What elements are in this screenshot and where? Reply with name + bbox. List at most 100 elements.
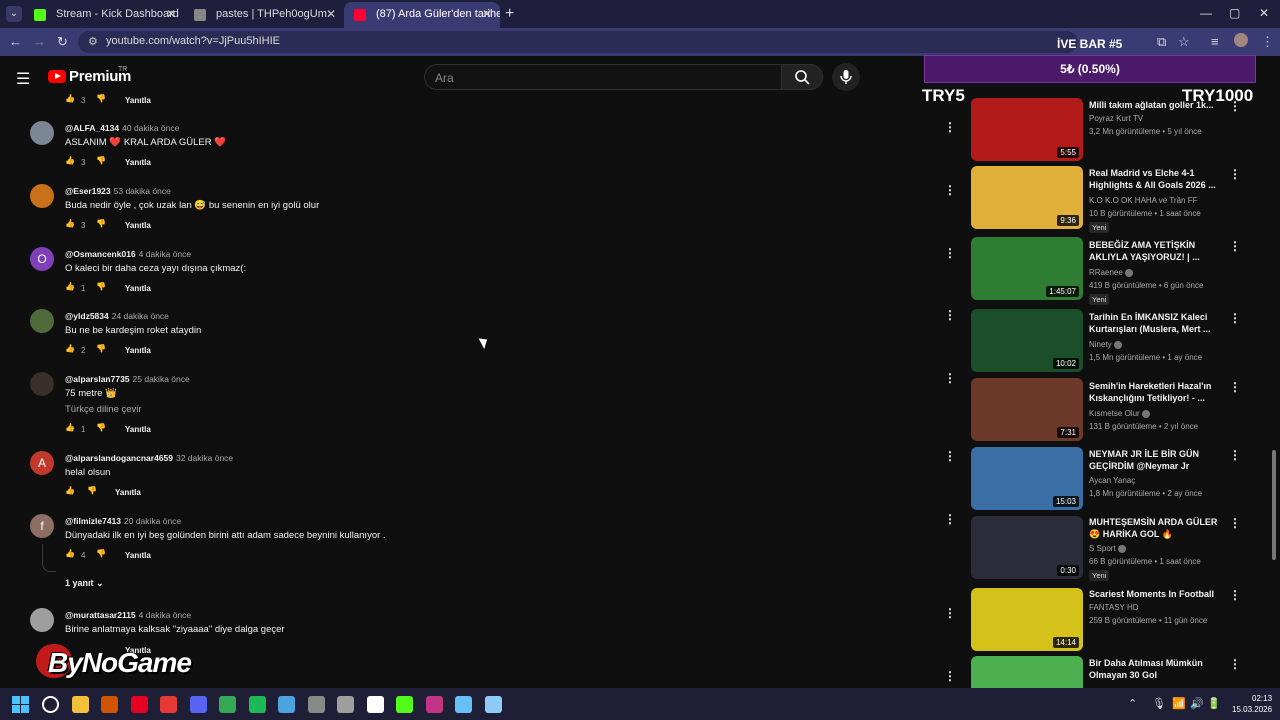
file-explorer-icon[interactable] bbox=[71, 696, 89, 713]
voice-search-button[interactable] bbox=[832, 63, 860, 91]
video-title[interactable]: NEYMAR JR İLE BİR GÜN GEÇİRDİM @Neymar J… bbox=[1089, 448, 1221, 472]
comment-handle[interactable]: @murattasar2115 bbox=[65, 610, 136, 620]
video-menu-icon[interactable]: ⋮ bbox=[1229, 657, 1241, 671]
minimize-button[interactable]: — bbox=[1200, 6, 1212, 20]
site-info-icon[interactable]: ⚙ bbox=[88, 35, 98, 48]
channel-name[interactable]: Ninety bbox=[1089, 340, 1122, 349]
video-menu-icon[interactable]: ⋮ bbox=[1229, 239, 1241, 253]
video-title[interactable]: Real Madrid vs Elche 4-1 Highlights & Al… bbox=[1089, 167, 1221, 191]
video-menu-icon[interactable]: ⋮ bbox=[1229, 167, 1241, 181]
video-menu-icon[interactable]: ⋮ bbox=[1229, 311, 1241, 325]
search-button[interactable] bbox=[781, 64, 823, 90]
tray-overflow-icon[interactable]: ⌃ bbox=[1128, 697, 1137, 710]
reply-button[interactable]: Yanıtla bbox=[125, 221, 151, 230]
tab-search-icon[interactable]: ⌄ bbox=[6, 6, 22, 22]
instagram-icon[interactable] bbox=[425, 696, 443, 713]
search-icon[interactable] bbox=[42, 696, 59, 713]
comment-handle[interactable]: @Osmancenk016 bbox=[65, 249, 136, 259]
video-title[interactable]: BEBEĞİZ AMA YETİŞKİN AKLIYLA YAŞIYORUZ! … bbox=[1089, 239, 1221, 263]
deezer-icon[interactable] bbox=[101, 696, 118, 713]
close-tab-icon[interactable]: ✕ bbox=[166, 7, 176, 21]
like-icon[interactable]: 👍 bbox=[65, 549, 79, 558]
channel-name[interactable]: RRaenee bbox=[1089, 268, 1133, 277]
show-replies-button[interactable]: 1 yanıt ⌄ bbox=[65, 578, 104, 589]
dislike-icon[interactable]: 👎 bbox=[96, 219, 110, 228]
like-icon[interactable]: 👍 bbox=[65, 219, 79, 228]
dislike-icon[interactable]: 👎 bbox=[96, 549, 110, 558]
opera-icon[interactable] bbox=[130, 696, 148, 713]
like-icon[interactable]: 👍 bbox=[65, 282, 79, 291]
tab-kick-dashboard[interactable]: Stream - Kick Dashboard ✕ bbox=[24, 2, 184, 28]
like-icon[interactable]: 👍 bbox=[65, 423, 79, 432]
video-title[interactable]: Scariest Moments In Football bbox=[1089, 588, 1221, 600]
reply-button[interactable]: Yanıtla bbox=[125, 96, 151, 105]
close-window-button[interactable]: ✕ bbox=[1259, 6, 1269, 20]
scrollbar-thumb[interactable] bbox=[1272, 450, 1276, 560]
like-icon[interactable]: 👍 bbox=[65, 486, 79, 495]
microphone-tray-icon[interactable]: 🎙 bbox=[1152, 697, 1166, 710]
photos-icon[interactable] bbox=[278, 696, 295, 713]
youtube-logo-icon[interactable] bbox=[48, 70, 66, 83]
steam-icon[interactable] bbox=[455, 696, 472, 713]
reply-button[interactable]: Yanıtla bbox=[115, 488, 141, 497]
forward-icon[interactable]: → bbox=[33, 34, 46, 49]
like-icon[interactable]: 👍 bbox=[65, 344, 79, 353]
comment-menu-icon[interactable]: ⋮ bbox=[944, 512, 956, 526]
reply-button[interactable]: Yanıtla bbox=[125, 284, 151, 293]
page-scrollbar[interactable] bbox=[1270, 60, 1278, 688]
comment-time[interactable]: 4 dakika önce bbox=[139, 249, 191, 259]
video-thumbnail[interactable]: 0:30 bbox=[971, 516, 1083, 579]
app-icon[interactable] bbox=[160, 696, 177, 713]
video-title[interactable]: Tarihin En İMKANSIZ Kaleci Kurtarışları … bbox=[1089, 311, 1221, 335]
back-icon[interactable]: ← bbox=[9, 34, 22, 49]
channel-name[interactable]: FANTASY HD bbox=[1089, 603, 1139, 612]
avatar[interactable] bbox=[30, 184, 54, 208]
comment-menu-icon[interactable]: ⋮ bbox=[944, 308, 956, 322]
start-button[interactable] bbox=[12, 696, 29, 713]
close-tab-icon[interactable]: ✕ bbox=[326, 7, 336, 21]
video-thumbnail[interactable]: 1:45:07 bbox=[971, 237, 1083, 300]
reply-button[interactable]: Yanıtla bbox=[125, 158, 151, 167]
avatar[interactable] bbox=[30, 309, 54, 333]
comment-menu-icon[interactable]: ⋮ bbox=[944, 449, 956, 463]
comment-time[interactable]: 40 dakika önce bbox=[122, 123, 179, 133]
translate-link[interactable]: Türkçe diline çevir bbox=[65, 404, 142, 415]
comment-time[interactable]: 20 dakika önce bbox=[124, 516, 181, 526]
reply-button[interactable]: Yanıtla bbox=[125, 346, 151, 355]
cast-icon[interactable]: ⧉ bbox=[1157, 34, 1166, 50]
video-thumbnail[interactable]: 5:55 bbox=[971, 98, 1083, 161]
comment-time[interactable]: 53 dakika önce bbox=[114, 186, 171, 196]
maximize-button[interactable]: ▢ bbox=[1229, 6, 1240, 20]
video-title[interactable]: Semih'in Hareketleri Hazal'ın Kıskançlığ… bbox=[1089, 380, 1221, 404]
comment-time[interactable]: 25 dakika önce bbox=[133, 374, 190, 384]
app-icon[interactable] bbox=[396, 696, 413, 713]
dislike-icon[interactable]: 👎 bbox=[96, 94, 110, 103]
profile-avatar-icon[interactable] bbox=[1234, 33, 1248, 47]
app-icon[interactable] bbox=[307, 696, 325, 713]
video-thumbnail[interactable]: 14:14 bbox=[971, 588, 1083, 651]
discord-icon[interactable] bbox=[189, 696, 207, 713]
channel-name[interactable]: Aycan Yanaç bbox=[1089, 476, 1135, 485]
video-menu-icon[interactable]: ⋮ bbox=[1229, 380, 1241, 394]
comment-handle[interactable]: @ALFA_4134 bbox=[65, 123, 119, 133]
settings-icon[interactable] bbox=[337, 696, 354, 713]
new-tab-button[interactable]: + bbox=[505, 5, 514, 23]
comment-menu-icon[interactable]: ⋮ bbox=[944, 669, 956, 683]
comment-time[interactable]: 4 dakika önce bbox=[139, 610, 191, 620]
address-bar[interactable]: ⚙ youtube.com/watch?v=JjPuu5hIHIE bbox=[78, 31, 1078, 53]
close-tab-icon[interactable]: ✕ bbox=[482, 7, 492, 21]
channel-name[interactable]: K.O K.O OK HAHA ve Trần FF bbox=[1089, 196, 1197, 205]
video-thumbnail[interactable]: 7:31 bbox=[971, 378, 1083, 441]
channel-name[interactable]: Poyraz Kurt TV bbox=[1089, 114, 1143, 123]
reply-button[interactable]: Yanıtla bbox=[125, 425, 151, 434]
comment-menu-icon[interactable]: ⋮ bbox=[944, 183, 956, 197]
tab-pastes[interactable]: pastes | THPeh0ogUm ✕ bbox=[184, 2, 344, 28]
video-menu-icon[interactable]: ⋮ bbox=[1229, 448, 1241, 462]
video-menu-icon[interactable]: ⋮ bbox=[1229, 588, 1241, 602]
dislike-icon[interactable]: 👎 bbox=[96, 282, 110, 291]
browser-menu-icon[interactable]: ⋮ bbox=[1261, 34, 1274, 50]
video-thumbnail[interactable]: 10:02 bbox=[971, 309, 1083, 372]
tab-youtube[interactable]: (87) Arda Güler'den tarihe geçe ✕ bbox=[344, 2, 500, 28]
video-thumbnail[interactable]: 9:36 bbox=[971, 166, 1083, 229]
avatar[interactable] bbox=[30, 121, 54, 145]
